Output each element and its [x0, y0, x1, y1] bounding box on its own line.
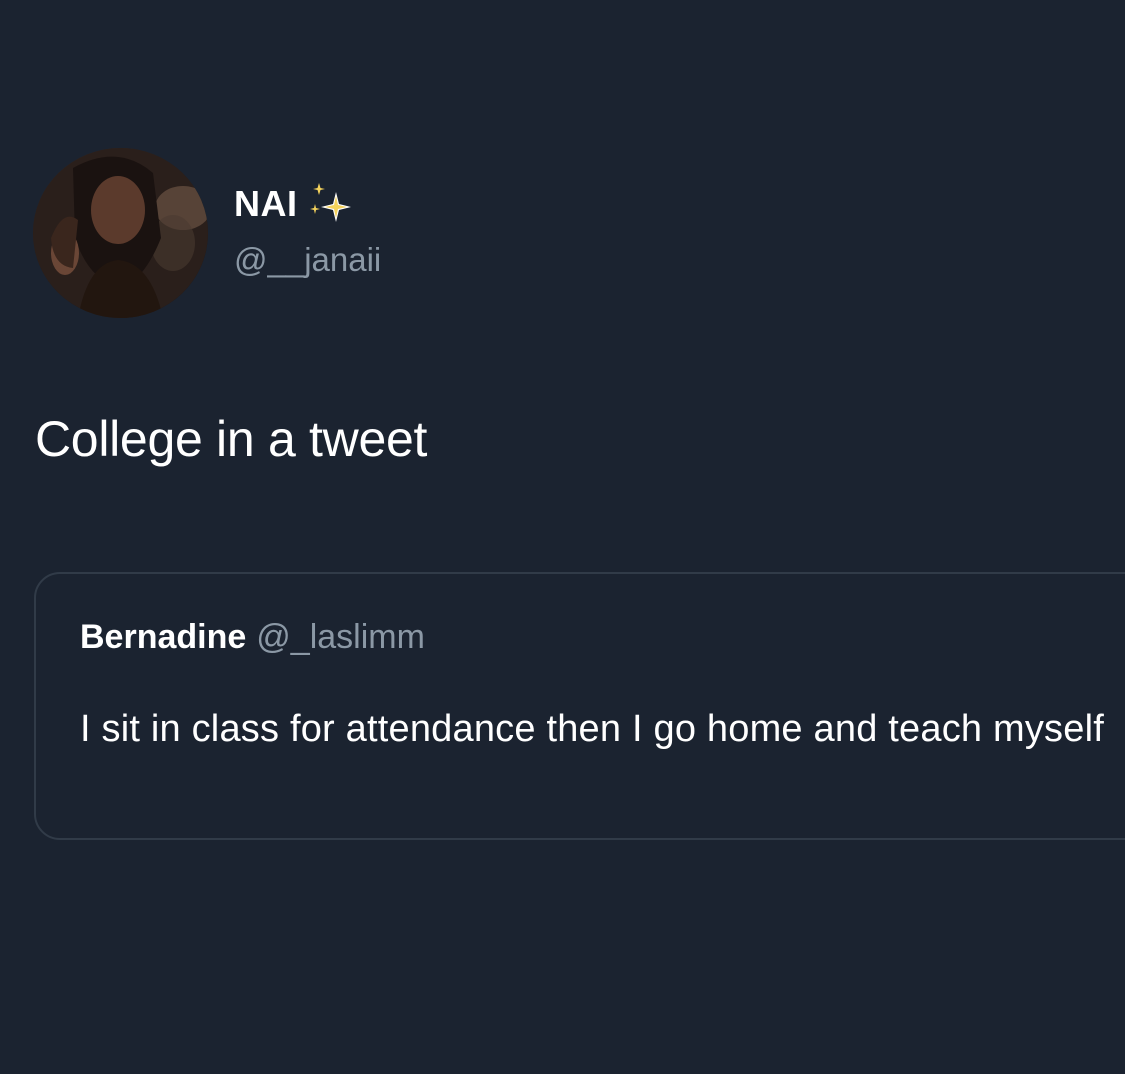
avatar[interactable]: [33, 148, 208, 318]
avatar-image: [33, 148, 208, 318]
tweet: NAI @__janaii College in a tweet Bernadi…: [0, 0, 1125, 1074]
quoted-tweet-header: Bernadine @_laslimm: [80, 618, 425, 657]
display-name-row: NAI: [234, 182, 352, 226]
display-name[interactable]: NAI: [234, 183, 298, 225]
sparkles-icon: [309, 183, 351, 222]
quoted-tweet-card[interactable]: Bernadine @_laslimm I sit in class for at…: [34, 572, 1125, 840]
tweet-text: College in a tweet: [35, 411, 428, 467]
handle[interactable]: @__janaii: [234, 241, 381, 279]
quoted-author-name: Bernadine: [80, 618, 247, 656]
quoted-author-handle: @_laslimm: [256, 618, 425, 656]
quoted-tweet-text: I sit in class for attendance then I go …: [80, 708, 1104, 750]
